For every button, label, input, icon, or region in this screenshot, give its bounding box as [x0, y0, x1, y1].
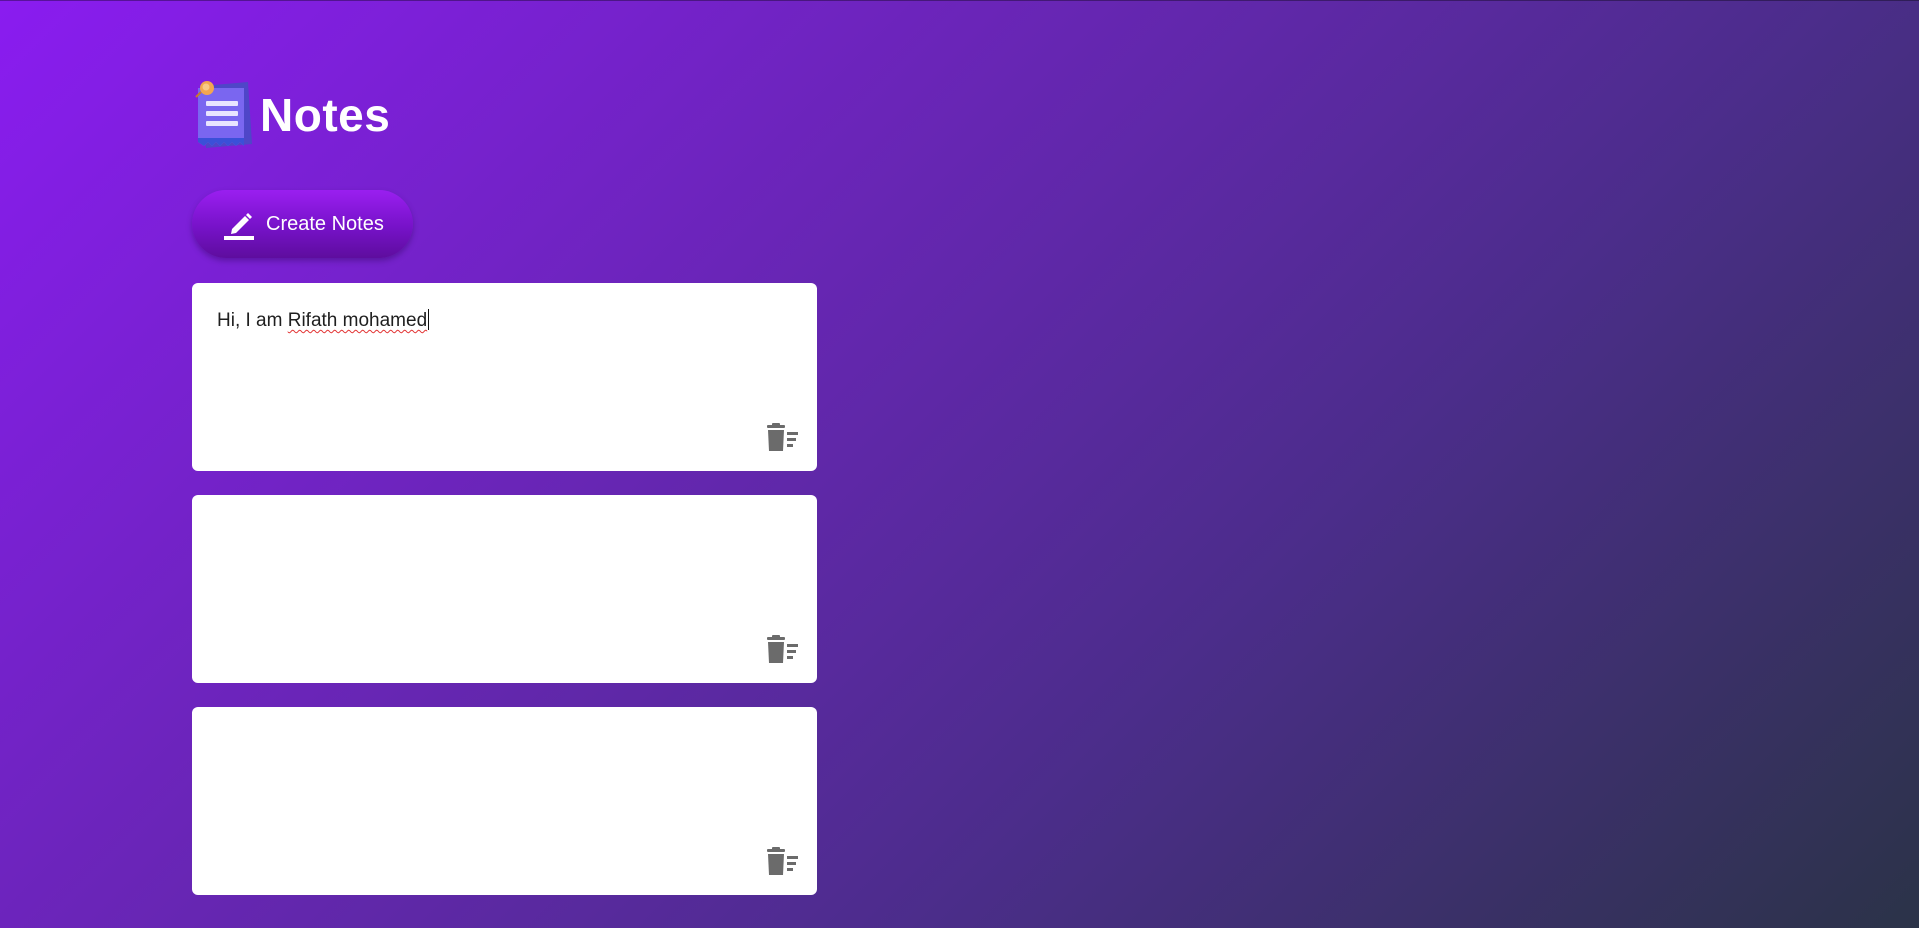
app-header: Notes — [192, 76, 817, 154]
notepad-icon — [192, 76, 258, 154]
notes-list: Hi, I am Rifath mohamed — [192, 283, 817, 895]
note-text-plain: Hi, I am — [217, 310, 288, 331]
create-notes-label: Create Notes — [266, 212, 384, 235]
delete-sweep-icon[interactable] — [765, 847, 799, 877]
note-card[interactable] — [192, 707, 817, 895]
note-text-misspelled: Rifath mohamed — [287, 310, 428, 331]
window-top-edge — [0, 0, 1919, 1]
note-card[interactable] — [192, 495, 817, 683]
delete-sweep-icon[interactable] — [765, 423, 799, 453]
note-card[interactable]: Hi, I am Rifath mohamed — [192, 283, 817, 471]
page-title: Notes — [260, 89, 391, 141]
create-notes-button[interactable]: Create Notes — [192, 190, 413, 258]
notes-app: Notes Create Notes Hi, I am Rifath moham… — [192, 76, 817, 919]
delete-sweep-icon[interactable] — [765, 635, 799, 665]
note-text-input[interactable]: Hi, I am Rifath mohamed — [217, 309, 430, 332]
text-cursor — [428, 309, 430, 330]
pencil-icon — [222, 207, 256, 241]
